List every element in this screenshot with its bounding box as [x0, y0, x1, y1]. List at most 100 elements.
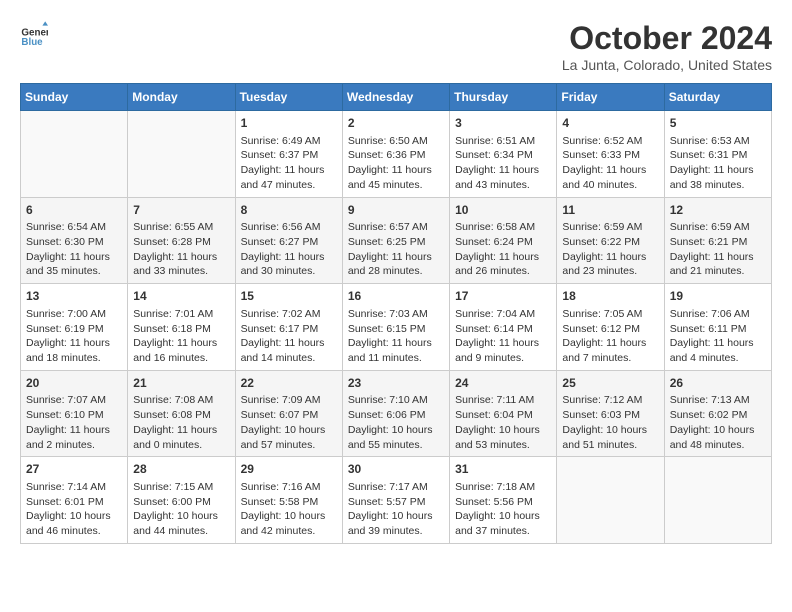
weekday-header: Thursday [450, 84, 557, 111]
day-number: 12 [670, 202, 766, 219]
day-number: 4 [562, 115, 658, 132]
calendar-cell: 20Sunrise: 7:07 AM Sunset: 6:10 PM Dayli… [21, 370, 128, 457]
day-info: Sunrise: 7:04 AM Sunset: 6:14 PM Dayligh… [455, 307, 551, 366]
day-number: 7 [133, 202, 229, 219]
calendar-cell: 4 Sunrise: 6:52 AM Sunset: 6:33 PM Daylig… [557, 111, 664, 198]
day-info: Sunrise: 7:03 AM Sunset: 6:15 PM Dayligh… [348, 307, 444, 366]
calendar-cell: 9Sunrise: 6:57 AM Sunset: 6:25 PM Daylig… [342, 197, 449, 284]
day-info: Sunrise: 6:51 AM Sunset: 6:34 PM Dayligh… [455, 134, 551, 193]
calendar-cell: 26Sunrise: 7:13 AM Sunset: 6:02 PM Dayli… [664, 370, 771, 457]
day-info: Sunrise: 7:09 AM Sunset: 6:07 PM Dayligh… [241, 393, 337, 452]
day-number: 1 [241, 115, 337, 132]
calendar-cell: 15Sunrise: 7:02 AM Sunset: 6:17 PM Dayli… [235, 284, 342, 371]
weekday-header: Tuesday [235, 84, 342, 111]
calendar-cell: 30 Sunrise: 7:17 AM Sunset: 5:57 PM Dayli… [342, 457, 449, 544]
day-info: Sunrise: 6:53 AM Sunset: 6:31 PM Dayligh… [670, 134, 766, 193]
day-info: Sunrise: 7:08 AM Sunset: 6:08 PM Dayligh… [133, 393, 229, 452]
calendar-cell: 12Sunrise: 6:59 AM Sunset: 6:21 PM Dayli… [664, 197, 771, 284]
calendar-cell: 22Sunrise: 7:09 AM Sunset: 6:07 PM Dayli… [235, 370, 342, 457]
calendar-cell: 14Sunrise: 7:01 AM Sunset: 6:18 PM Dayli… [128, 284, 235, 371]
day-number: 27 [26, 461, 122, 478]
day-number: 23 [348, 375, 444, 392]
day-info: Sunrise: 7:13 AM Sunset: 6:02 PM Dayligh… [670, 393, 766, 452]
day-info: Sunrise: 7:16 AM Sunset: 5:58 PM Dayligh… [241, 480, 337, 539]
weekday-header: Wednesday [342, 84, 449, 111]
day-info: Sunrise: 6:52 AM Sunset: 6:33 PM Dayligh… [562, 134, 658, 193]
day-number: 30 [348, 461, 444, 478]
logo-icon: General Blue [20, 20, 48, 48]
day-info: Sunrise: 6:56 AM Sunset: 6:27 PM Dayligh… [241, 220, 337, 279]
calendar-cell: 25Sunrise: 7:12 AM Sunset: 6:03 PM Dayli… [557, 370, 664, 457]
day-number: 22 [241, 375, 337, 392]
calendar-cell: 5Sunrise: 6:53 AM Sunset: 6:31 PM Daylig… [664, 111, 771, 198]
weekday-header-row: SundayMondayTuesdayWednesdayThursdayFrid… [21, 84, 772, 111]
day-info: Sunrise: 6:58 AM Sunset: 6:24 PM Dayligh… [455, 220, 551, 279]
day-number: 24 [455, 375, 551, 392]
calendar-cell: 19Sunrise: 7:06 AM Sunset: 6:11 PM Dayli… [664, 284, 771, 371]
calendar-cell [664, 457, 771, 544]
calendar-week-row: 27 Sunrise: 7:14 AM Sunset: 6:01 PM Dayli… [21, 457, 772, 544]
calendar-week-row: 20Sunrise: 7:07 AM Sunset: 6:10 PM Dayli… [21, 370, 772, 457]
calendar-week-row: 6Sunrise: 6:54 AM Sunset: 6:30 PM Daylig… [21, 197, 772, 284]
calendar-week-row: 1 Sunrise: 6:49 AM Sunset: 6:37 PM Daylig… [21, 111, 772, 198]
day-number: 2 [348, 115, 444, 132]
day-info: Sunrise: 6:57 AM Sunset: 6:25 PM Dayligh… [348, 220, 444, 279]
day-info: Sunrise: 6:59 AM Sunset: 6:22 PM Dayligh… [562, 220, 658, 279]
day-number: 17 [455, 288, 551, 305]
day-info: Sunrise: 6:55 AM Sunset: 6:28 PM Dayligh… [133, 220, 229, 279]
day-info: Sunrise: 7:15 AM Sunset: 6:00 PM Dayligh… [133, 480, 229, 539]
day-number: 6 [26, 202, 122, 219]
calendar-cell: 27 Sunrise: 7:14 AM Sunset: 6:01 PM Dayli… [21, 457, 128, 544]
day-number: 26 [670, 375, 766, 392]
day-number: 18 [562, 288, 658, 305]
day-number: 3 [455, 115, 551, 132]
location: La Junta, Colorado, United States [562, 57, 772, 73]
calendar-cell [21, 111, 128, 198]
calendar-cell: 28 Sunrise: 7:15 AM Sunset: 6:00 PM Dayli… [128, 457, 235, 544]
day-number: 29 [241, 461, 337, 478]
day-info: Sunrise: 6:49 AM Sunset: 6:37 PM Dayligh… [241, 134, 337, 193]
calendar-cell: 11Sunrise: 6:59 AM Sunset: 6:22 PM Dayli… [557, 197, 664, 284]
day-info: Sunrise: 6:50 AM Sunset: 6:36 PM Dayligh… [348, 134, 444, 193]
day-info: Sunrise: 7:00 AM Sunset: 6:19 PM Dayligh… [26, 307, 122, 366]
day-info: Sunrise: 7:17 AM Sunset: 5:57 PM Dayligh… [348, 480, 444, 539]
calendar-cell: 13 Sunrise: 7:00 AM Sunset: 6:19 PM Dayli… [21, 284, 128, 371]
day-number: 21 [133, 375, 229, 392]
calendar-cell: 7Sunrise: 6:55 AM Sunset: 6:28 PM Daylig… [128, 197, 235, 284]
day-info: Sunrise: 7:07 AM Sunset: 6:10 PM Dayligh… [26, 393, 122, 452]
calendar-cell: 8Sunrise: 6:56 AM Sunset: 6:27 PM Daylig… [235, 197, 342, 284]
calendar-cell: 3 Sunrise: 6:51 AM Sunset: 6:34 PM Daylig… [450, 111, 557, 198]
day-number: 11 [562, 202, 658, 219]
day-info: Sunrise: 7:18 AM Sunset: 5:56 PM Dayligh… [455, 480, 551, 539]
logo: General Blue [20, 20, 48, 48]
svg-text:Blue: Blue [21, 37, 43, 48]
calendar-cell: 1 Sunrise: 6:49 AM Sunset: 6:37 PM Daylig… [235, 111, 342, 198]
day-number: 10 [455, 202, 551, 219]
day-info: Sunrise: 6:54 AM Sunset: 6:30 PM Dayligh… [26, 220, 122, 279]
calendar-cell: 6Sunrise: 6:54 AM Sunset: 6:30 PM Daylig… [21, 197, 128, 284]
day-info: Sunrise: 7:11 AM Sunset: 6:04 PM Dayligh… [455, 393, 551, 452]
day-number: 14 [133, 288, 229, 305]
calendar-cell: 24Sunrise: 7:11 AM Sunset: 6:04 PM Dayli… [450, 370, 557, 457]
calendar-cell: 17 Sunrise: 7:04 AM Sunset: 6:14 PM Dayli… [450, 284, 557, 371]
weekday-header: Monday [128, 84, 235, 111]
weekday-header: Saturday [664, 84, 771, 111]
day-info: Sunrise: 7:02 AM Sunset: 6:17 PM Dayligh… [241, 307, 337, 366]
day-info: Sunrise: 6:59 AM Sunset: 6:21 PM Dayligh… [670, 220, 766, 279]
calendar-cell: 29 Sunrise: 7:16 AM Sunset: 5:58 PM Dayli… [235, 457, 342, 544]
calendar-week-row: 13 Sunrise: 7:00 AM Sunset: 6:19 PM Dayli… [21, 284, 772, 371]
day-number: 13 [26, 288, 122, 305]
calendar-cell: 31Sunrise: 7:18 AM Sunset: 5:56 PM Dayli… [450, 457, 557, 544]
calendar-cell: 10Sunrise: 6:58 AM Sunset: 6:24 PM Dayli… [450, 197, 557, 284]
weekday-header: Sunday [21, 84, 128, 111]
day-info: Sunrise: 7:05 AM Sunset: 6:12 PM Dayligh… [562, 307, 658, 366]
day-number: 20 [26, 375, 122, 392]
day-number: 8 [241, 202, 337, 219]
calendar-cell: 18 Sunrise: 7:05 AM Sunset: 6:12 PM Dayli… [557, 284, 664, 371]
day-number: 28 [133, 461, 229, 478]
calendar-cell: 23Sunrise: 7:10 AM Sunset: 6:06 PM Dayli… [342, 370, 449, 457]
day-info: Sunrise: 7:10 AM Sunset: 6:06 PM Dayligh… [348, 393, 444, 452]
day-number: 19 [670, 288, 766, 305]
day-number: 25 [562, 375, 658, 392]
day-info: Sunrise: 7:14 AM Sunset: 6:01 PM Dayligh… [26, 480, 122, 539]
